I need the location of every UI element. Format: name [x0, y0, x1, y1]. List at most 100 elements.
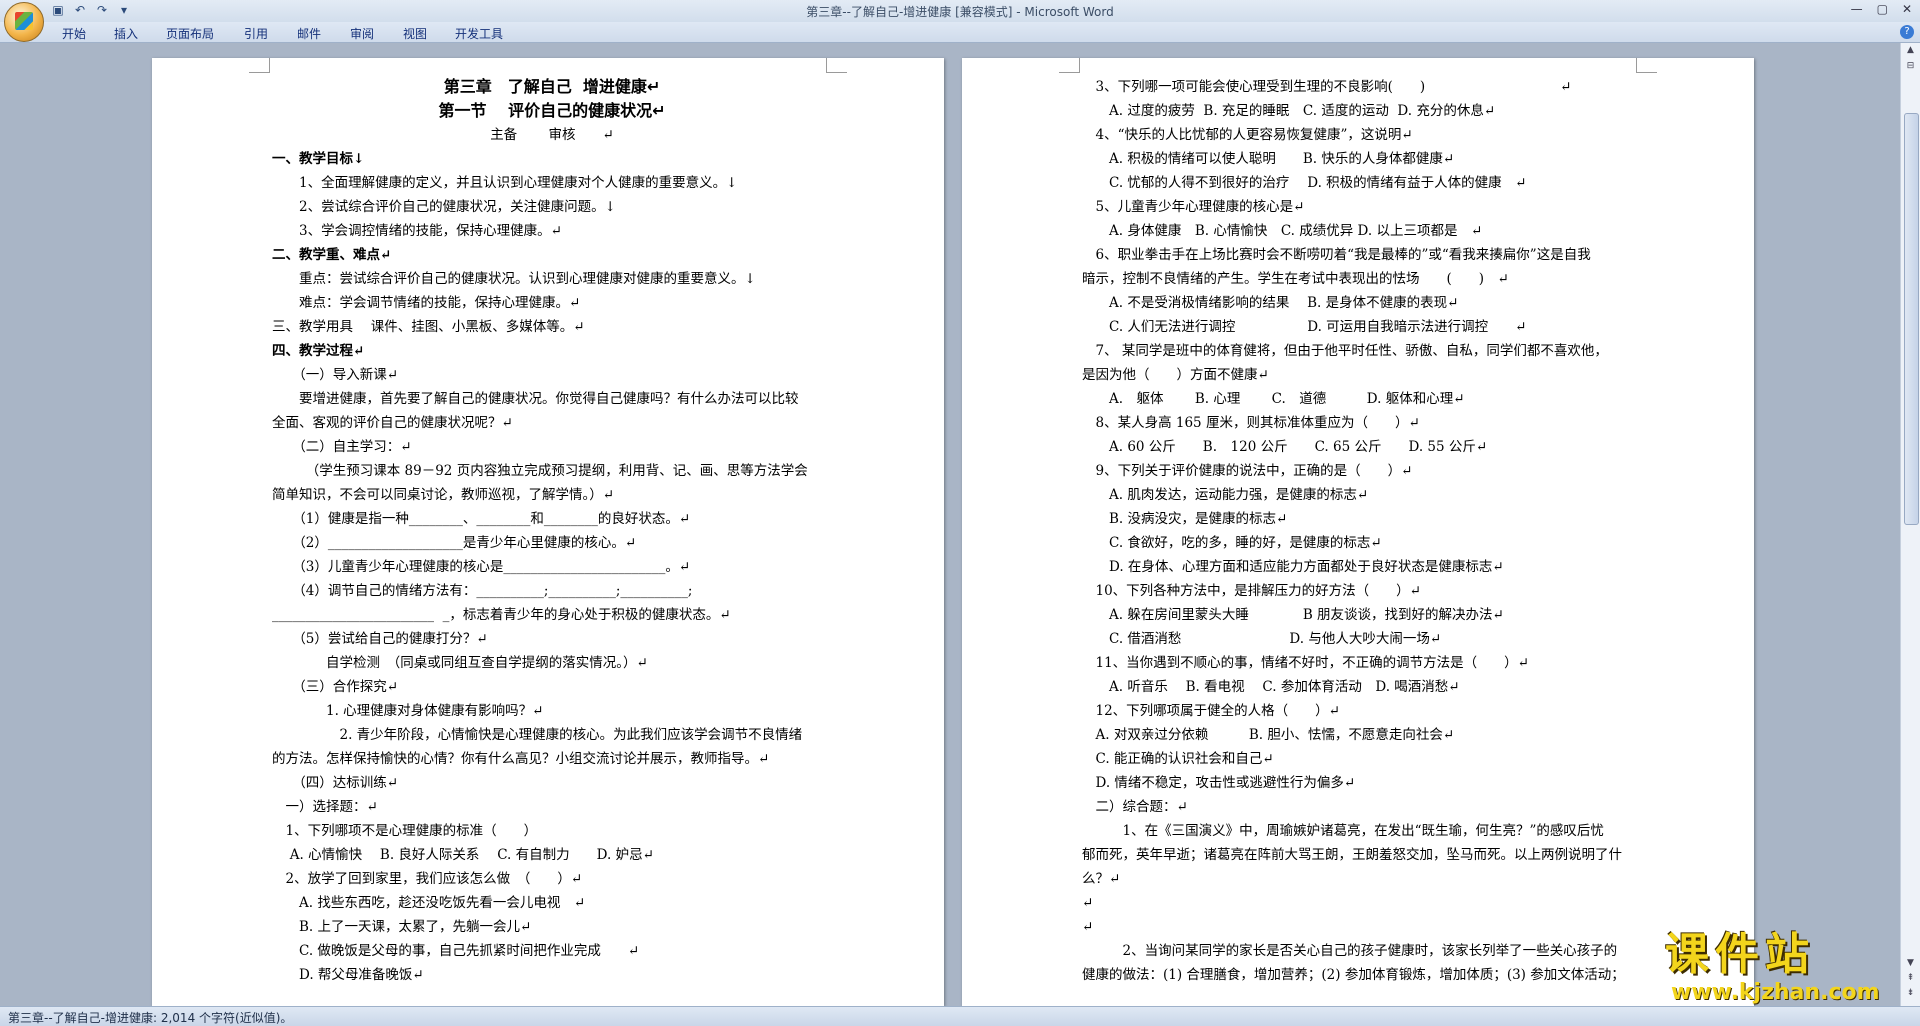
document-line: A. 过度的疲劳 B. 充足的睡眠 C. 适度的运动 D. 充分的休息↵ — [1082, 103, 1496, 119]
next-page-icon[interactable]: ⇟ — [1904, 988, 1917, 1000]
document-line: ________________________ _，标志着青少年的身心处于积极… — [272, 607, 731, 623]
tab-view[interactable]: 视图 — [403, 25, 427, 42]
document-line: 重点：尝试综合评价自己的健康状况。认识到心理健康对健康的重要意义。↓ — [272, 271, 756, 287]
page-left-text: 第三章 了解自己 增进健康↵ 第一节 评价自己的健康状况↵ 主备 审核 ↵ 一、教学目… — [272, 75, 832, 987]
document-line: 2、放学了回到家里，我们应该怎么做 （ ）↵ — [272, 871, 583, 887]
document-line: 2. 青少年阶段，心情愉快是心理健康的核心。为此我们应该学会调节不良情绪 — [272, 727, 803, 743]
document-line: B. 没病没灾，是健康的标志↵ — [1082, 511, 1288, 527]
document-line: 12、下列哪项属于健全的人格（ ）↵ — [1082, 703, 1340, 719]
ruler-toggle-icon[interactable]: ⊟ — [1904, 61, 1917, 73]
page-right-text: 3、下列哪一项可能会使心理受到生理的不良影响( ) ↵ A. 过度的疲劳 B. … — [1082, 75, 1642, 987]
document-line: A. 积极的情绪可以使人聪明 B. 快乐的人身体都健康↵ — [1082, 151, 1455, 167]
document-line: 难点：学会调节情绪的技能，保持心理健康。↵ — [272, 295, 581, 311]
document-line: 2、尝试综合评价自己的健康状况，关注健康问题。↓ — [272, 199, 616, 215]
document-line: A. 听音乐 B. 看电视 C. 参加体育活动 D. 喝酒消愁↵ — [1082, 679, 1460, 695]
document-line: 要增进健康，首先要了解自己的健康状况。你觉得自己健康吗？有什么办法可以比较 — [272, 391, 799, 407]
document-line: （三）合作探究↵ — [272, 679, 399, 695]
tab-insert[interactable]: 插入 — [114, 25, 138, 42]
document-line: B. 上了一天课，太累了，先躺一会儿↵ — [272, 919, 532, 935]
document-line: 主备 审核 ↵ — [490, 127, 614, 143]
document-line: 四、教学过程↵ — [272, 343, 365, 359]
document-line: 4、“快乐的人比忧郁的人更容易恢复健康”，这说明↵ — [1082, 127, 1413, 143]
document-line: 三、教学用具 课件、挂图、小黑板、多媒体等。↵ — [272, 319, 585, 335]
document-line: 6、职业拳击手在上场比赛时会不断唠叨着“我是最棒的”或“看我来揍扁你”这是自我 — [1082, 247, 1591, 263]
vertical-scrollbar[interactable]: ▲ ⊟ ▼ ⇞ ⇟ — [1900, 43, 1920, 1006]
scroll-down-icon[interactable]: ▼ — [1904, 958, 1917, 970]
document-line: C. 能正确的认识社会和自己↵ — [1082, 751, 1274, 767]
document-line: C. 食欲好，吃的多，睡的好，是健康的标志↵ — [1082, 535, 1382, 551]
help-icon[interactable]: ? — [1900, 25, 1914, 39]
previous-page-icon[interactable]: ⇞ — [1904, 973, 1917, 985]
document-line: 全面、客观的评价自己的健康状况呢？↵ — [272, 415, 513, 431]
document-line: 自学检测 （同桌或同组互查自学提纲的落实情况。）↵ — [272, 655, 648, 671]
scrollbar-thumb[interactable] — [1904, 113, 1919, 525]
document-line: A. 对双亲过分依赖 B. 胆小、怯懦，不愿意走向社会↵ — [1082, 727, 1455, 743]
tab-references[interactable]: 引用 — [244, 25, 268, 42]
document-line: 5、儿童青少年心理健康的核心是↵ — [1082, 199, 1305, 215]
document-line: （4）调节自己的情绪方法有：__________;__________;____… — [272, 583, 693, 599]
document-line: （2）____________________是青少年心里健康的核心。↵ — [272, 535, 637, 551]
status-bar: 第三章--了解自己-增进健康: 2,014 个字符(近似值)。 — [0, 1006, 1920, 1026]
document-line: 健康的做法：(1) 合理膳食，增加营养；(2) 参加体育锻炼，增加体质；(3) … — [1082, 967, 1625, 983]
document-line: ↵ — [1082, 895, 1094, 911]
document-line: （一）导入新课↵ — [272, 367, 399, 383]
document-line: C. 人们无法进行调控 D. 可运用自我暗示法进行调控 ↵ — [1082, 319, 1527, 335]
document-line: 郁而死，英年早逝；诸葛亮在阵前大骂王朗，王朗羞怒交加，坠马而死。以上两例说明了什 — [1082, 847, 1622, 863]
document-line: 简单知识，不会可以同桌讨论，教师巡视，了解学情。）↵ — [272, 487, 615, 503]
minimize-icon[interactable]: — — [1851, 2, 1863, 16]
watermark-title: 课件站 — [1665, 929, 1815, 980]
document-line: （5）尝试给自己的健康打分？↵ — [272, 631, 488, 647]
document-line: D. 在身体、心理方面和适应能力方面都处于良好状态是健康标志↵ — [1082, 559, 1504, 575]
document-line: A. 躯体 B. 心理 C. 道德 D. 躯体和心理↵ — [1082, 391, 1465, 407]
crop-mark — [249, 58, 270, 73]
crop-mark — [1059, 58, 1080, 73]
document-line: A. 肌肉发达，运动能力强，是健康的标志↵ — [1082, 487, 1369, 503]
document-line: ↵ — [1082, 919, 1094, 935]
document-line: A. 身体健康 B. 心情愉快 C. 成绩优异 D. 以上三项都是 ↵ — [1082, 223, 1483, 239]
crop-mark — [826, 58, 847, 73]
document-line: 1. 心理健康对身体健康有影响吗？↵ — [272, 703, 544, 719]
document-line: A. 不是受消极情绪影响的结果 B. 是身体不健康的表现↵ — [1082, 295, 1459, 311]
document-line: 9、下列关于评价健康的说法中，正确的是（ ）↵ — [1082, 463, 1413, 479]
document-line: （二）自主学习：↵ — [272, 439, 412, 455]
tab-home[interactable]: 开始 — [62, 25, 86, 42]
tab-mailings[interactable]: 邮件 — [297, 25, 321, 42]
document-line: 一、教学目标↓ — [272, 151, 365, 167]
document-page-left[interactable]: 第三章 了解自己 增进健康↵ 第一节 评价自己的健康状况↵ 主备 审核 ↵ 一、教学目… — [152, 58, 944, 1006]
window-title: 第三章--了解自己-增进健康 [兼容模式] - Microsoft Word — [806, 5, 1114, 19]
document-line: A. 找些东西吃，趁还没吃饭先看一会儿电视 ↵ — [272, 895, 586, 911]
document-line: 1、在《三国演义》中，周瑜嫉妒诸葛亮，在发出“既生瑜，何生亮？”的感叹后忧 — [1082, 823, 1604, 839]
document-line: 二、教学重、难点↵ — [272, 247, 392, 263]
document-line: C. 借酒消愁 D. 与他人大吵大闹一场↵ — [1082, 631, 1442, 647]
document-line: 8、某人身高 165 厘米，则其标准体重应为（ ）↵ — [1082, 415, 1420, 431]
document-line: （学生预习课本 89－92 页内容独立完成预习提纲，利用背、记、画、思等方法学会 — [272, 463, 808, 479]
title-bar: ▣ ↶ ↷ ▾ 第三章--了解自己-增进健康 [兼容模式] - Microsof… — [0, 0, 1920, 42]
document-line: 2、当询问某同学的家长是否关心自己的孩子健康时，该家长列举了一些关心孩子的 — [1082, 943, 1618, 959]
tab-developer[interactable]: 开发工具 — [455, 25, 503, 42]
tab-review[interactable]: 审阅 — [350, 25, 374, 42]
watermark-logo: 课件站 www.kjzhan.com — [1665, 929, 1905, 1006]
document-page-right[interactable]: 3、下列哪一项可能会使心理受到生理的不良影响( ) ↵ A. 过度的疲劳 B. … — [962, 58, 1754, 1006]
close-icon[interactable]: ✕ — [1902, 2, 1912, 16]
document-workspace: 第三章 了解自己 增进健康↵ 第一节 评价自己的健康状况↵ 主备 审核 ↵ 一、教学目… — [0, 43, 1900, 1006]
document-line: 二）综合题：↵ — [1082, 799, 1188, 815]
document-line: 3、学会调控情绪的技能，保持心理健康。↵ — [272, 223, 562, 239]
status-text: 第三章--了解自己-增进健康: 2,014 个字符(近似值)。 — [8, 1011, 293, 1025]
document-line: （四）达标训练↵ — [272, 775, 399, 791]
document-line: 的方法。怎样保持愉快的心情？你有什么高见？小组交流讨论并展示，教师指导。↵ — [272, 751, 770, 767]
document-line: C. 忧郁的人得不到很好的治疗 D. 积极的情绪有益于人体的健康 ↵ — [1082, 175, 1527, 191]
document-line: 10、下列各种方法中，是排解压力的好方法（ ）↵ — [1082, 583, 1421, 599]
document-line: 暗示，控制不良情绪的产生。学生在考试中表现出的怯场 ( ) ↵ — [1082, 271, 1509, 287]
maximize-icon[interactable]: ▢ — [1877, 2, 1888, 16]
watermark-url: www.kjzhan.com — [1671, 980, 1880, 1005]
office-button[interactable] — [4, 2, 44, 42]
window-controls: — ▢ ✕ — [1851, 2, 1912, 16]
document-line: 么？↵ — [1082, 871, 1121, 887]
document-line: （3）儿童青少年心理健康的核心是________________________… — [272, 559, 691, 575]
document-line: D. 帮父母准备晚饭↵ — [272, 967, 424, 983]
scroll-up-icon[interactable]: ▲ — [1904, 45, 1917, 57]
office-logo-icon — [15, 12, 33, 30]
tab-page-layout[interactable]: 页面布局 — [166, 25, 214, 42]
document-line: 7、 某同学是班中的体育健将，但由于他平时任性、骄傲、自私，同学们都不喜欢他， — [1082, 343, 1608, 359]
document-line: 是因为他（ ）方面不健康↵ — [1082, 367, 1269, 383]
